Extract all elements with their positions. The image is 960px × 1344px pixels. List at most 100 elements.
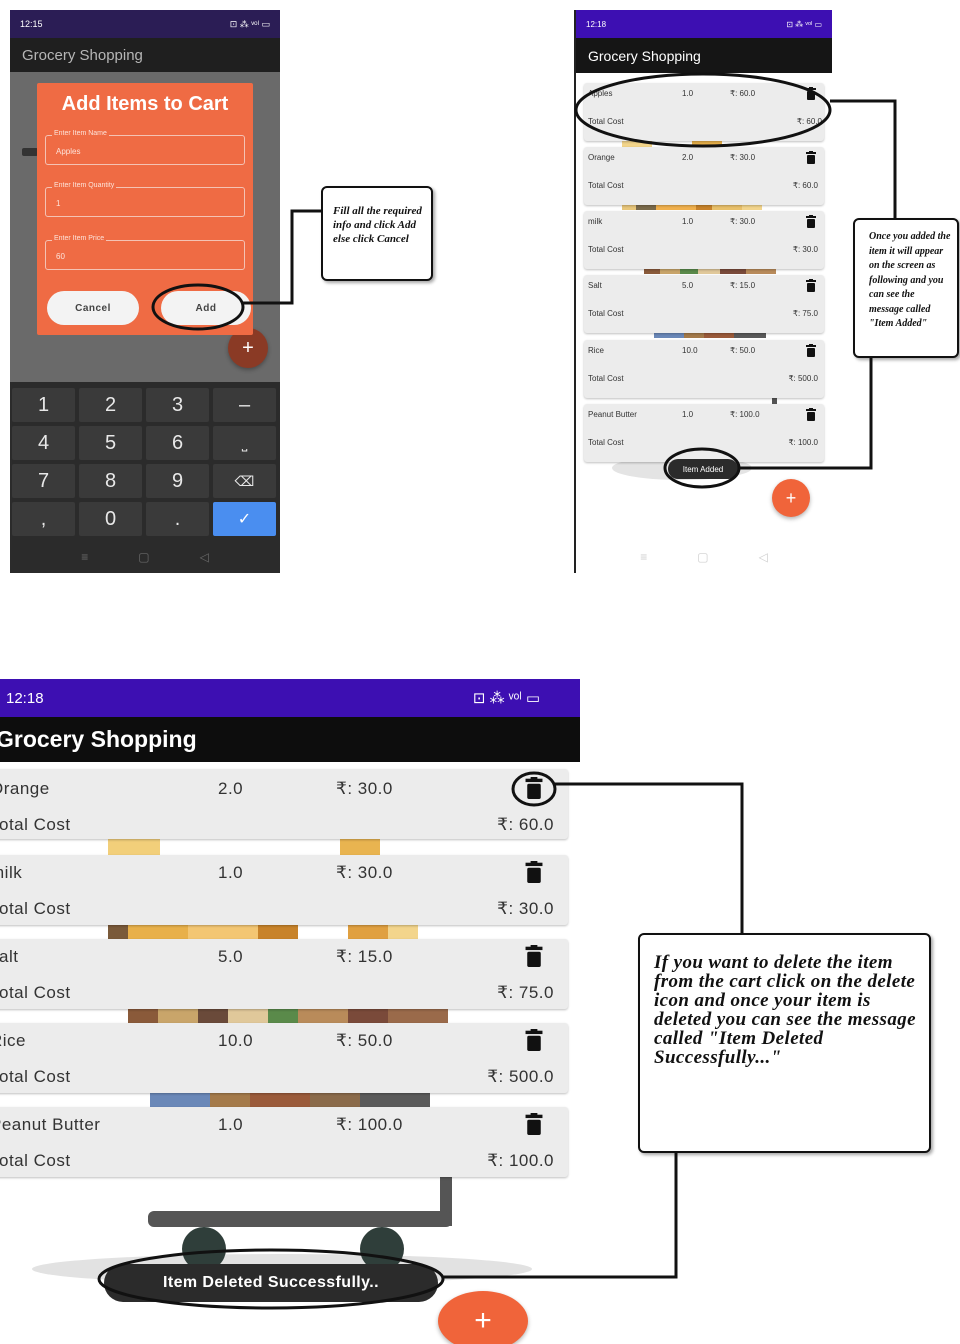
total-label: Total Cost bbox=[0, 1151, 71, 1170]
check-icon[interactable]: ✓ bbox=[213, 502, 276, 536]
trash-icon[interactable] bbox=[524, 945, 544, 967]
total-label: Total Cost bbox=[0, 815, 71, 834]
item-name-field[interactable]: Enter Item Name Apples bbox=[45, 130, 245, 165]
add-item-fab[interactable]: + bbox=[772, 479, 810, 517]
plus-icon: + bbox=[242, 336, 254, 359]
item-added-toast: Item Added bbox=[668, 459, 738, 479]
item-price: ₹: 50.0 bbox=[730, 346, 756, 355]
item-price: ₹: 100.0 bbox=[336, 1115, 403, 1134]
home-icon[interactable]: ▢ bbox=[138, 550, 149, 564]
item-qty: 5.0 bbox=[218, 947, 244, 966]
key-dot[interactable]: . bbox=[146, 502, 209, 536]
item-name: milk bbox=[0, 863, 23, 882]
key-5[interactable]: 5 bbox=[79, 426, 142, 460]
key-2[interactable]: 2 bbox=[79, 388, 142, 422]
field-value: Apples bbox=[56, 147, 81, 156]
item-price: ₹: 30.0 bbox=[730, 153, 756, 162]
menu-icon[interactable]: ≡ bbox=[81, 550, 88, 564]
trash-icon[interactable] bbox=[524, 1029, 544, 1051]
back-icon[interactable]: ◁ bbox=[759, 550, 768, 564]
cancel-button[interactable]: Cancel bbox=[47, 291, 139, 325]
cart-item-card: Rice 10.0 ₹: 50.0 Total Cost ₹: 500.0 bbox=[0, 1023, 568, 1093]
item-name: salt bbox=[0, 947, 19, 966]
key-minus[interactable]: – bbox=[213, 388, 276, 422]
key-4[interactable]: 4 bbox=[12, 426, 75, 460]
status-time: 12:18 bbox=[6, 689, 44, 707]
total-value: ₹: 500.0 bbox=[788, 374, 818, 383]
total-value: ₹: 30.0 bbox=[497, 899, 554, 918]
key-9[interactable]: 9 bbox=[146, 464, 209, 498]
trash-icon[interactable] bbox=[524, 777, 544, 799]
item-name: Apples bbox=[588, 89, 613, 98]
total-label: Total Cost bbox=[588, 181, 624, 190]
trash-icon[interactable] bbox=[806, 215, 816, 228]
status-bar: 12:18 ⊡ ⁂ ᵛᵒˡ ▭ bbox=[576, 10, 832, 38]
status-bar: 12:15 ⊡ ⁂ ᵛᵒˡ ▭ bbox=[10, 10, 280, 38]
callout-item-added: Once you added the item it will appear o… bbox=[853, 218, 959, 358]
key-8[interactable]: 8 bbox=[79, 464, 142, 498]
total-value: ₹: 100.0 bbox=[788, 438, 818, 447]
item-name: Peanut Butter bbox=[588, 410, 637, 419]
trash-icon[interactable] bbox=[806, 151, 816, 164]
field-value: 1 bbox=[56, 199, 61, 208]
trash-icon[interactable] bbox=[806, 344, 816, 357]
status-icons: ⊡ ⁂ ᵛᵒˡ ▭ bbox=[229, 18, 270, 29]
connector-line bbox=[830, 99, 897, 218]
plus-icon: + bbox=[474, 1304, 492, 1337]
trash-icon[interactable] bbox=[524, 861, 544, 883]
item-qty: 1.0 bbox=[218, 863, 244, 882]
back-icon[interactable]: ◁ bbox=[200, 550, 209, 564]
add-item-fab[interactable]: + bbox=[438, 1291, 528, 1344]
item-price: ₹: 100.0 bbox=[730, 410, 760, 419]
item-quantity-field[interactable]: Enter Item Quantity 1 bbox=[45, 182, 245, 217]
key-7[interactable]: 7 bbox=[12, 464, 75, 498]
key-0[interactable]: 0 bbox=[79, 502, 142, 536]
trash-icon[interactable] bbox=[524, 1113, 544, 1135]
item-price: ₹: 30.0 bbox=[336, 779, 393, 798]
trash-icon[interactable] bbox=[806, 408, 816, 421]
connector-line bbox=[555, 782, 744, 933]
menu-icon[interactable]: ≡ bbox=[640, 550, 647, 564]
total-value: ₹: 60.0 bbox=[792, 181, 818, 190]
item-qty: 1.0 bbox=[682, 410, 694, 419]
field-label: Enter Item Name bbox=[52, 130, 109, 137]
home-icon[interactable]: ▢ bbox=[697, 550, 708, 564]
item-price: ₹: 60.0 bbox=[730, 89, 756, 98]
item-price: ₹: 50.0 bbox=[336, 1031, 393, 1050]
item-price-field[interactable]: Enter Item Price 60 bbox=[45, 235, 245, 270]
total-label: Total Cost bbox=[588, 438, 624, 447]
key-comma[interactable]: , bbox=[12, 502, 75, 536]
cart-item-card: salt 5.0 ₹: 15.0 Total Cost ₹: 75.0 bbox=[0, 939, 568, 1009]
status-icons: ⊡ ⁂ ᵛᵒˡ ▭ bbox=[472, 690, 540, 707]
cart-image-fragment bbox=[150, 1093, 430, 1107]
cart-item-card: Apples 1.0 ₹: 60.0 Total Cost ₹: 60.0 bbox=[584, 83, 824, 141]
item-qty: 2.0 bbox=[218, 779, 244, 798]
cart-item-card: milk 1.0 ₹: 30.0 Total Cost ₹: 30.0 bbox=[584, 211, 824, 269]
item-deleted-toast: Item Deleted Successfully.. bbox=[104, 1264, 438, 1302]
add-button[interactable]: Add bbox=[161, 291, 251, 325]
item-qty: 2.0 bbox=[682, 153, 694, 162]
numeric-keypad: 1 2 3 – 4 5 6 ⎵ 7 8 9 ⌫ , 0 . ✓ ≡ ▢ ◁ bbox=[10, 382, 280, 573]
dialog-title: Add Items to Cart bbox=[61, 93, 229, 115]
status-icons: ⊡ ⁂ ᵛᵒˡ ▭ bbox=[786, 19, 822, 29]
key-6[interactable]: 6 bbox=[146, 426, 209, 460]
item-name: Orange bbox=[588, 153, 615, 162]
key-3[interactable]: 3 bbox=[146, 388, 209, 422]
item-price: ₹: 15.0 bbox=[730, 281, 756, 290]
cart-item-card: Peanut Butter 1.0 ₹: 100.0 Total Cost ₹:… bbox=[0, 1107, 568, 1177]
trash-icon[interactable] bbox=[806, 87, 816, 100]
item-name: Rice bbox=[0, 1031, 27, 1050]
trash-icon[interactable] bbox=[806, 279, 816, 292]
item-qty: 1.0 bbox=[218, 1115, 244, 1134]
app-bar: Grocery Shopping bbox=[576, 38, 832, 73]
backspace-icon[interactable]: ⌫ bbox=[213, 464, 276, 498]
space-icon[interactable]: ⎵ bbox=[213, 426, 276, 460]
key-1[interactable]: 1 bbox=[12, 388, 75, 422]
callout-fill-info: Fill all the required info and click Add… bbox=[321, 186, 433, 281]
total-label: Total Cost bbox=[588, 309, 624, 318]
item-name: Salt bbox=[588, 281, 602, 290]
nav-bar: ≡ ▢ ◁ bbox=[10, 550, 280, 564]
item-qty: 1.0 bbox=[682, 89, 694, 98]
total-value: ₹: 500.0 bbox=[487, 1067, 554, 1086]
cart-base bbox=[148, 1211, 452, 1227]
